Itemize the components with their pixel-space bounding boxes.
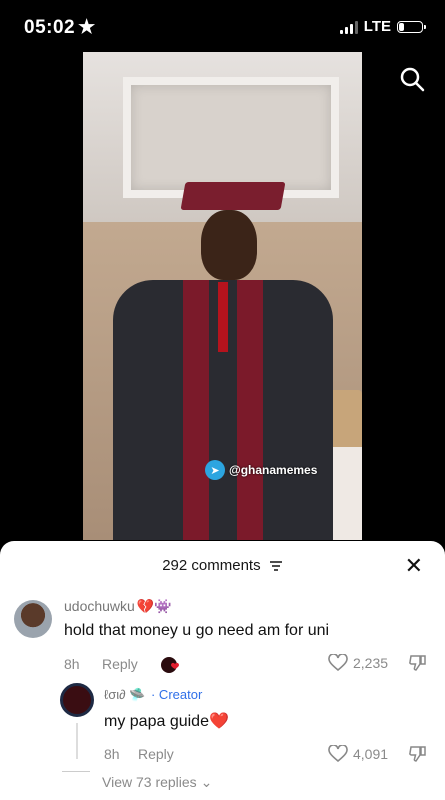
star-icon: ★ <box>78 17 96 38</box>
reply-like-button[interactable]: 4,091 <box>328 745 388 763</box>
divider <box>62 771 90 772</box>
time-text: 05:02 <box>24 17 76 38</box>
creator-liked-icon <box>161 657 179 673</box>
signal-icon <box>339 20 358 34</box>
heart-icon <box>328 654 348 672</box>
battery-icon <box>397 20 426 33</box>
reply-text: my papa guide❤️ <box>104 713 229 730</box>
video-player[interactable]: ➤ @ghanamemes <box>83 52 362 540</box>
network-label: LTE <box>363 18 391 35</box>
comment-text: hold that money u go need am for uni <box>64 622 330 639</box>
like-button[interactable]: 2,235 <box>328 654 388 672</box>
close-icon[interactable]: ✕ <box>405 555 423 577</box>
like-count: 2,235 <box>353 655 389 671</box>
graduate-figure <box>113 182 333 540</box>
watermark-text: @ghanamemes <box>229 463 318 477</box>
battery-fill <box>399 22 405 31</box>
ufo-icon: 🛸 <box>129 687 146 702</box>
view-replies-text: View 73 replies <box>102 774 197 790</box>
status-bar: 05:02 ★ LTE <box>0 0 445 50</box>
creator-avatar[interactable] <box>60 683 94 717</box>
comment-time: 8h <box>64 656 80 672</box>
status-time: 05:02 ★ <box>24 16 96 39</box>
dislike-icon[interactable] <box>408 745 428 763</box>
reply-username[interactable]: ℓσι∂ 🛸 · Creator <box>104 687 202 703</box>
filter-icon[interactable] <box>269 560 283 572</box>
telegram-icon: ➤ <box>205 460 225 480</box>
reply-reply-button[interactable]: Reply <box>138 746 174 762</box>
view-replies-button[interactable]: View 73 replies ⌄ <box>102 774 212 791</box>
avatar[interactable] <box>14 600 52 638</box>
dislike-icon[interactable] <box>408 654 428 672</box>
comments-count: 292 comments <box>162 557 261 574</box>
creator-badge: · Creator <box>150 687 203 702</box>
username-emojis: 💔👾 <box>136 598 172 614</box>
watermark: ➤ @ghanamemes <box>205 460 317 480</box>
username-text: udochuwku <box>64 598 135 614</box>
status-right: LTE <box>339 18 426 35</box>
reply-thread-line <box>76 723 78 759</box>
comments-sheet: 292 comments ✕ udochuwku 💔👾 hold that mon… <box>0 541 445 800</box>
reply-like-count: 4,091 <box>353 746 389 762</box>
reply-button[interactable]: Reply <box>102 656 138 672</box>
comments-header: 292 comments <box>0 557 445 574</box>
heart-icon <box>328 745 348 763</box>
comment-username[interactable]: udochuwku 💔👾 <box>64 598 172 615</box>
reply-username-text: ℓσι∂ <box>104 687 126 702</box>
reply-time: 8h <box>104 746 120 762</box>
search-icon[interactable] <box>399 66 425 92</box>
chevron-down-icon: ⌄ <box>200 774 213 790</box>
